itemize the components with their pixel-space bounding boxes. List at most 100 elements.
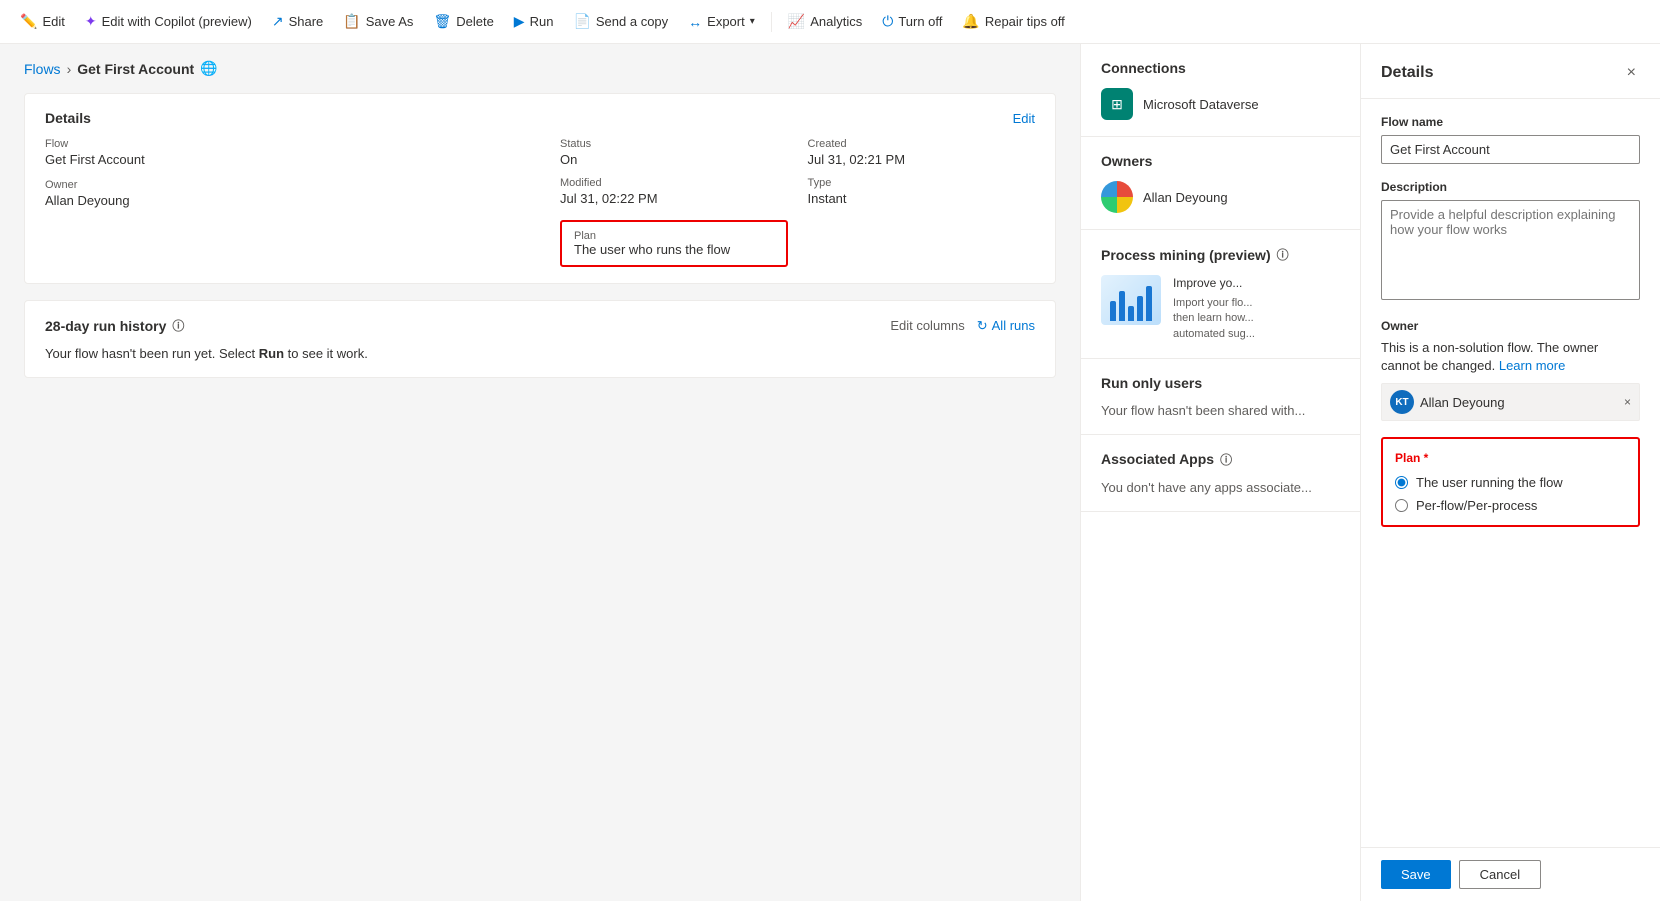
plan-option-user-running[interactable]: The user running the flow [1395,475,1626,490]
details-card: Details Edit Flow Get First Account Owne… [24,93,1056,284]
bar-2 [1119,291,1125,321]
card-edit-button[interactable]: Edit [1013,111,1035,126]
save-button[interactable]: Save [1381,860,1451,889]
breadcrumb-parent[interactable]: Flows [24,61,61,77]
content-area: Flows › Get First Account 🌐 Details Edit… [0,44,1080,901]
owners-title: Owners [1101,153,1340,169]
created-label: Created [808,138,1036,150]
type-item: Type Instant [808,177,1036,206]
plan-option-per-flow[interactable]: Per-flow/Per-process [1395,498,1626,513]
owner-label: Owner [45,179,520,191]
process-mining-text: Improve yo... Import your flo...then lea… [1173,275,1255,342]
plan-required: * [1420,451,1428,465]
learn-more-link[interactable]: Learn more [1499,358,1565,373]
turn-off-icon: ⏻ [882,13,893,30]
details-right: Status On Created Jul 31, 02:21 PM Modif… [560,138,1035,267]
run-button[interactable]: ▶ Run [506,9,562,34]
turn-off-button[interactable]: ⏻ Turn off [874,9,950,34]
edit-icon: ✏️ [20,13,37,30]
bar-1 [1110,301,1116,321]
edit-columns-button[interactable]: Edit columns [890,318,964,333]
run-history-empty-message: Your flow hasn't been run yet. Select Ru… [45,346,1035,361]
close-button[interactable]: × [1623,60,1640,86]
save-as-icon: 📋 [343,13,360,30]
copilot-icon: ✦ [85,13,97,30]
description-label: Description [1381,180,1640,194]
type-label: Type [808,177,1036,189]
details-panel-title: Details [1381,64,1433,82]
all-runs-button[interactable]: ↻ All runs [977,318,1035,334]
save-as-button[interactable]: 📋 Save As [335,9,421,34]
owner-item: Allan Deyoung [1101,181,1340,213]
plan-section-title: Plan * [1395,451,1626,465]
repair-tips-icon: 🔔 [962,13,979,30]
owner-group: Owner This is a non-solution flow. The o… [1381,319,1640,421]
delete-button[interactable]: 🗑 Delete [425,9,501,34]
export-button[interactable]: ↔ Export ▾ [680,10,763,34]
connections-title: Connections [1101,60,1340,76]
bar-5 [1146,286,1152,321]
plan-item: Plan The user who runs the flow [560,216,788,267]
edit-button[interactable]: ✏️ Edit [12,9,73,34]
run-history-title: 28-day run history ⓘ [45,317,184,334]
owner-description: This is a non-solution flow. The owner c… [1381,339,1640,375]
connection-name: Microsoft Dataverse [1143,97,1259,112]
process-mining-title: Process mining (preview) ⓘ [1101,246,1340,263]
right-panel: Connections ⊞ Microsoft Dataverse Owners… [1080,44,1360,901]
details-grid: Flow Get First Account Owner Allan Deyou… [45,138,1035,267]
share-icon: ↗ [272,13,284,30]
owner-tag-name: Allan Deyoung [1420,395,1618,410]
details-panel: Details × Flow name Description Owner Th… [1360,44,1660,901]
status-item: Status On [560,138,788,167]
flow-name-group: Flow name [1381,115,1640,164]
analytics-button[interactable]: 📈 Analytics [780,9,870,34]
refresh-icon: ↻ [977,318,988,334]
plan-label: Plan [574,230,774,242]
process-mining-section: Process mining (preview) ⓘ Improve yo...… [1081,230,1360,359]
associated-apps-section: Associated Apps ⓘ You don't have any app… [1081,435,1360,512]
type-value: Instant [808,191,1036,206]
analytics-icon: 📈 [788,13,805,30]
export-icon: ↔ [688,14,702,30]
plan-box: Plan The user who runs the flow [560,220,788,267]
flow-name-input[interactable] [1381,135,1640,164]
plan-radio-per-flow[interactable] [1395,499,1408,512]
run-history-actions: Edit columns ↻ All runs [890,318,1035,334]
run-history-header: 28-day run history ⓘ Edit columns ↻ All … [45,317,1035,334]
status-label: Status [560,138,788,150]
flow-value: Get First Account [45,152,520,167]
process-mining-item: Improve yo... Import your flo...then lea… [1101,275,1340,342]
connections-section: Connections ⊞ Microsoft Dataverse [1081,44,1360,137]
send-copy-button[interactable]: 📄 Send a copy [565,9,676,34]
owner-name: Allan Deyoung [1143,190,1228,205]
owner-remove-button[interactable]: × [1624,395,1631,409]
breadcrumb-current: Get First Account [77,61,194,77]
run-icon: ▶ [514,13,525,30]
plan-radio-user-running[interactable] [1395,476,1408,489]
run-history-info-icon[interactable]: ⓘ [172,317,184,334]
send-copy-icon: 📄 [573,13,590,30]
repair-tips-button[interactable]: 🔔 Repair tips off [954,9,1072,34]
breadcrumb-separator: › [67,61,72,77]
associated-apps-title-row: Associated Apps ⓘ [1101,451,1340,468]
process-mining-info-icon[interactable]: ⓘ [1277,246,1289,263]
separator [771,12,772,32]
breadcrumb: Flows › Get First Account 🌐 [24,60,1056,77]
created-value: Jul 31, 02:21 PM [808,152,1036,167]
card-header: Details Edit [45,110,1035,126]
flow-item: Flow Get First Account [45,138,520,167]
associated-apps-info-icon[interactable]: ⓘ [1220,451,1232,468]
details-panel-body: Flow name Description Owner This is a no… [1361,99,1660,847]
edit-copilot-button[interactable]: ✦ Edit with Copilot (preview) [77,9,260,34]
owner-initials: KT [1390,390,1414,414]
plan-section: Plan * The user running the flow Per-flo… [1381,437,1640,527]
bar-3 [1128,306,1134,321]
details-panel-header: Details × [1361,44,1660,99]
share-button[interactable]: ↗ Share [264,9,331,34]
cancel-button[interactable]: Cancel [1459,860,1541,889]
plan-value: The user who runs the flow [574,242,730,257]
owner-avatar [1101,181,1133,213]
description-textarea[interactable] [1381,200,1640,300]
flow-name-label: Flow name [1381,115,1640,129]
details-panel-footer: Save Cancel [1361,847,1660,901]
